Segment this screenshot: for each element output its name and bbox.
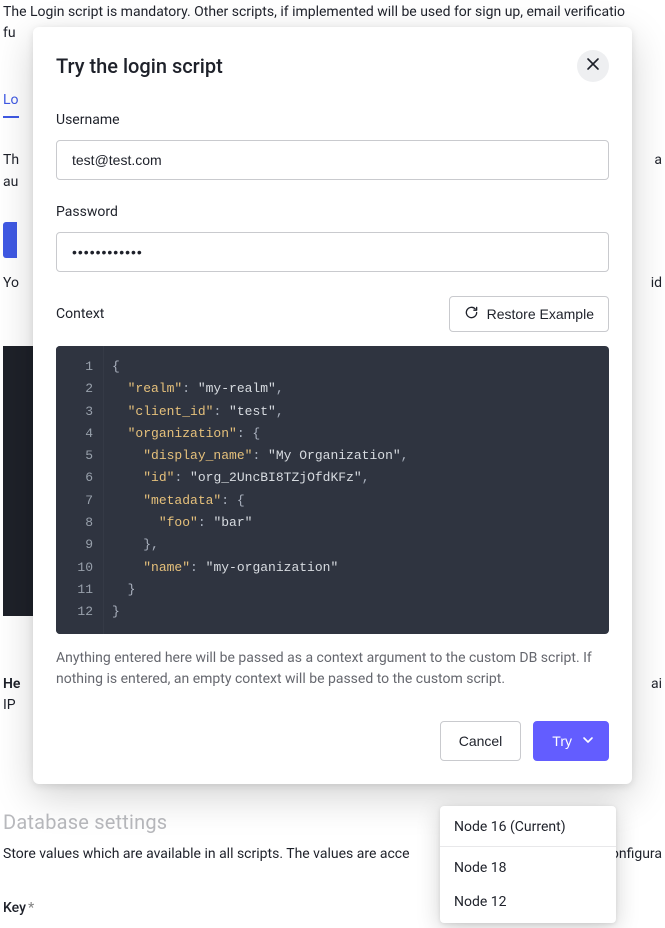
code-gutter: 123456789101112 xyxy=(56,346,104,634)
tab-login[interactable]: Lo xyxy=(3,92,19,118)
runtime-dropdown[interactable]: Node 16 (Current) Node 18Node 12 xyxy=(440,806,616,923)
username-label: Username xyxy=(56,112,609,128)
dropdown-item[interactable]: Node 18 xyxy=(440,851,616,885)
code-line[interactable]: "realm": "my-realm", xyxy=(112,378,601,400)
try-login-script-modal: Try the login script Username Password C… xyxy=(33,27,632,784)
context-header: Context Restore Example xyxy=(56,296,609,332)
backdrop-database-settings-heading: Database settings xyxy=(3,810,167,834)
cancel-button[interactable]: Cancel xyxy=(440,721,522,761)
dropdown-item[interactable]: Node 12 xyxy=(440,885,616,919)
line-number: 5 xyxy=(64,445,93,467)
backdrop-text-th: Th xyxy=(3,152,19,168)
password-input[interactable] xyxy=(56,232,609,272)
code-line[interactable]: "client_id": "test", xyxy=(112,401,601,423)
code-line[interactable]: "metadata": { xyxy=(112,490,601,512)
code-line[interactable]: "id": "org_2UncBI8TZjOfdKFz", xyxy=(112,467,601,489)
code-line[interactable]: { xyxy=(112,356,601,378)
restore-example-button[interactable]: Restore Example xyxy=(449,296,609,332)
code-line[interactable]: "organization": { xyxy=(112,423,601,445)
code-line[interactable]: "display_name": "My Organization", xyxy=(112,445,601,467)
backdrop-text-right3: ai xyxy=(651,676,662,692)
backdrop-ip-fragment: IP xyxy=(3,697,16,713)
backdrop-text-right1: a xyxy=(654,152,662,168)
modal-title: Try the login script xyxy=(56,54,223,78)
password-label: Password xyxy=(56,204,609,220)
line-number: 4 xyxy=(64,423,93,445)
line-number: 7 xyxy=(64,490,93,512)
code-line[interactable]: } xyxy=(112,579,601,601)
dropdown-item[interactable]: Node 16 (Current) xyxy=(440,810,616,847)
context-code-editor[interactable]: 123456789101112 { "realm": "my-realm", "… xyxy=(56,346,609,634)
line-number: 10 xyxy=(64,557,93,579)
backdrop-text-au: au xyxy=(3,174,18,190)
line-number: 11 xyxy=(64,579,93,601)
code-content[interactable]: { "realm": "my-realm", "client_id": "tes… xyxy=(104,346,609,634)
try-button[interactable]: Try xyxy=(533,721,609,761)
backdrop-text-right2: id xyxy=(651,275,662,291)
chevron-down-icon xyxy=(582,733,594,749)
code-line[interactable]: "foo": "bar" xyxy=(112,512,601,534)
modal-header: Try the login script xyxy=(56,50,609,82)
try-button-label: Try xyxy=(552,733,572,749)
backdrop-store-text: Store values which are available in all … xyxy=(3,846,410,862)
modal-footer: Cancel Try xyxy=(56,721,609,761)
context-label: Context xyxy=(56,306,104,322)
line-number: 12 xyxy=(64,601,93,623)
restore-example-label: Restore Example xyxy=(487,306,594,322)
code-line[interactable]: } xyxy=(112,601,601,623)
code-line[interactable]: }, xyxy=(112,534,601,556)
password-field-group: Password xyxy=(56,204,609,272)
username-field-group: Username xyxy=(56,112,609,180)
line-number: 2 xyxy=(64,378,93,400)
code-line[interactable]: "name": "my-organization" xyxy=(112,557,601,579)
context-helper-text: Anything entered here will be passed as … xyxy=(56,648,609,691)
backdrop-code-fragment xyxy=(3,346,33,616)
backdrop-key-label: Key* xyxy=(3,900,34,916)
line-number: 3 xyxy=(64,401,93,423)
line-number: 8 xyxy=(64,512,93,534)
line-number: 9 xyxy=(64,534,93,556)
close-icon xyxy=(586,57,600,76)
refresh-icon xyxy=(464,305,479,323)
line-number: 6 xyxy=(64,467,93,489)
close-button[interactable] xyxy=(577,50,609,82)
username-input[interactable] xyxy=(56,140,609,180)
backdrop-save-button-fragment xyxy=(3,222,17,258)
backdrop-text-yo: Yo xyxy=(3,275,19,291)
backdrop-heading-fragment: He xyxy=(3,676,20,692)
line-number: 1 xyxy=(64,356,93,378)
